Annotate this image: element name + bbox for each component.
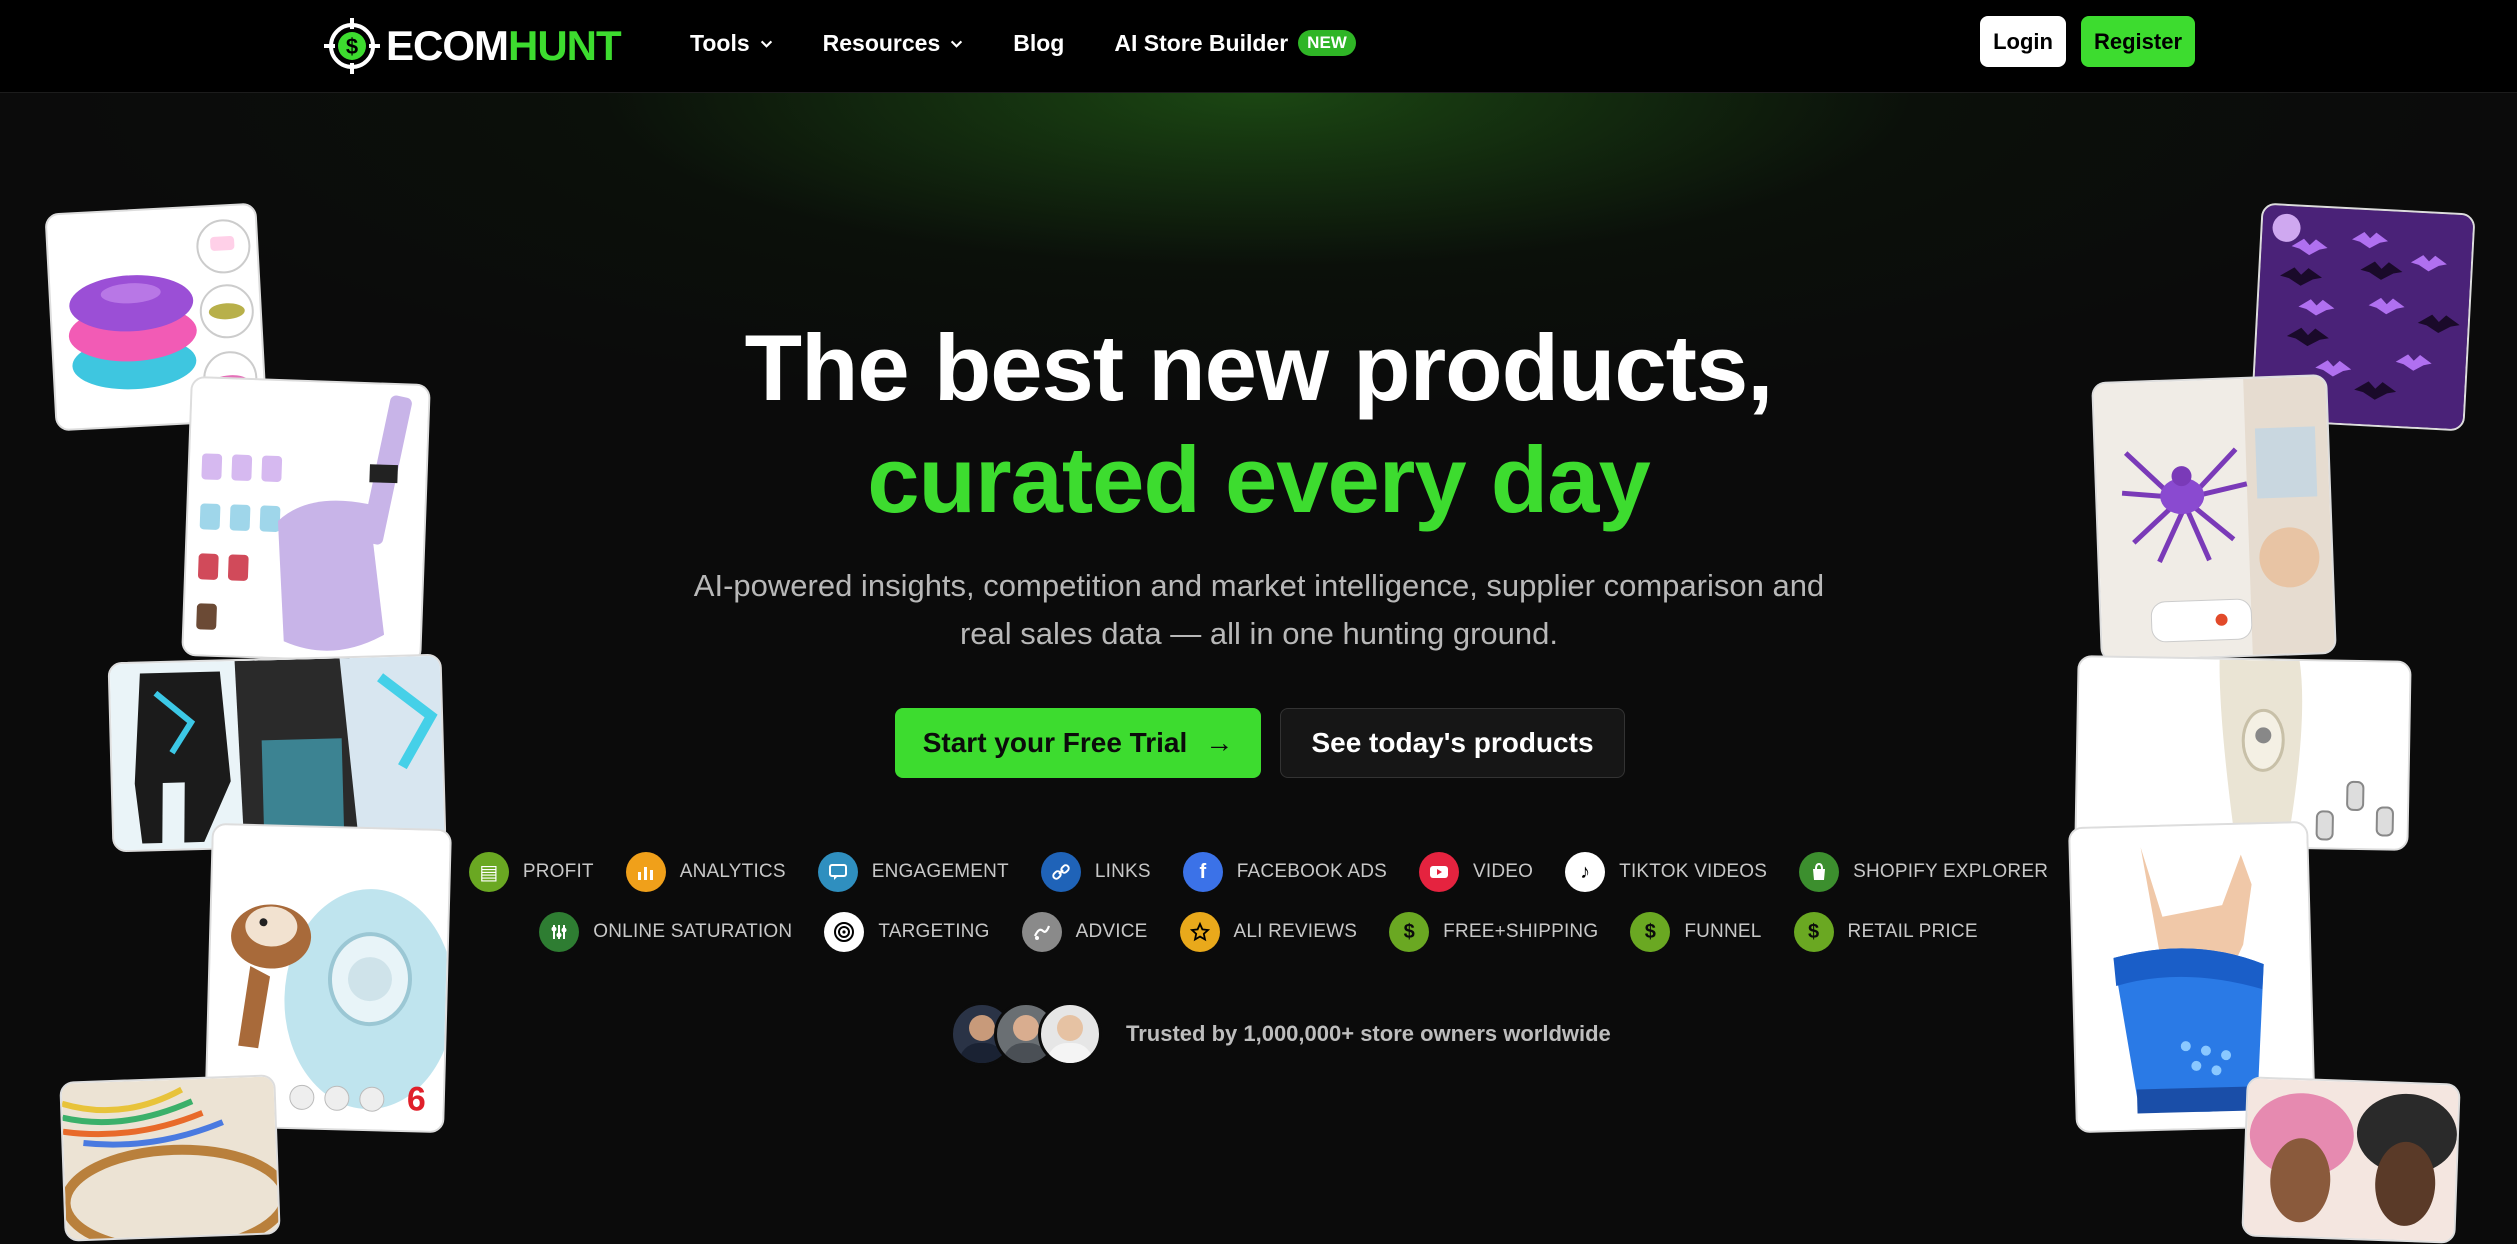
feature-shopify-explorer[interactable]: SHOPIFY EXPLORER	[1799, 852, 2048, 892]
feature-profit[interactable]: ▤ PROFIT	[468, 852, 594, 892]
saturation-icon	[539, 912, 580, 952]
product-card-pet-brush[interactable]	[2074, 655, 2412, 851]
feature-advice[interactable]: ADVICE	[1021, 912, 1148, 952]
nav-resources-label: Resources	[822, 29, 941, 56]
dollar-icon: $	[1793, 912, 1834, 952]
feature-label: ANALYTICS	[679, 861, 786, 882]
engagement-icon	[817, 852, 858, 892]
feature-label: VIDEO	[1473, 861, 1534, 882]
chevron-down-icon	[951, 40, 963, 48]
star-icon	[1179, 912, 1220, 952]
feature-label: RETAIL PRICE	[1847, 921, 1978, 942]
hero-subtext: AI-powered insights, competition and mar…	[693, 568, 1825, 651]
crosshair-dollar-icon: $	[322, 16, 382, 76]
svg-text:$: $	[346, 34, 358, 59]
trust-text: Trusted by 1,000,000+ store owners world…	[1126, 1021, 1611, 1046]
feature-ali-reviews[interactable]: ALI REVIEWS	[1179, 912, 1358, 952]
avatar	[1038, 1002, 1102, 1066]
login-button[interactable]: Login	[1980, 16, 2066, 67]
nav-links: Tools Resources Blog AI Store Builder NE…	[690, 0, 1406, 86]
product-card-embroidery-kit[interactable]	[59, 1074, 281, 1242]
nav-ai-store-builder[interactable]: AI Store Builder NEW	[1114, 29, 1356, 57]
dollar-icon: $	[1630, 912, 1671, 952]
arrow-right-icon: →	[1205, 727, 1234, 758]
product-card-spider-toy[interactable]	[2091, 373, 2337, 663]
analytics-icon	[625, 852, 666, 892]
advice-icon	[1021, 912, 1062, 952]
product-card-compression-wear[interactable]	[107, 653, 447, 853]
profit-icon: ▤	[468, 852, 509, 892]
feature-video[interactable]: VIDEO	[1419, 852, 1533, 892]
feature-label: SHOPIFY EXPLORER	[1853, 861, 2049, 882]
feature-label: ALI REVIEWS	[1233, 921, 1358, 942]
feature-online-saturation[interactable]: ONLINE SATURATION	[539, 912, 792, 952]
tiktok-icon: ♪	[1565, 852, 1606, 892]
nav-tools[interactable]: Tools	[690, 30, 773, 57]
svg-text:6: 6	[406, 1080, 426, 1118]
feature-label: FREE+SHIPPING	[1443, 921, 1599, 942]
feature-label: FUNNEL	[1684, 921, 1762, 942]
start-free-trial-label: Start your Free Trial	[922, 727, 1188, 758]
youtube-icon	[1419, 852, 1460, 892]
shopify-icon	[1799, 852, 1840, 892]
ecomhunt-logo[interactable]: $ ECOMHUNT	[322, 12, 622, 80]
trust-section: Trusted by 1,000,000+ store owners world…	[950, 1002, 1611, 1066]
feature-analytics[interactable]: ANALYTICS	[625, 852, 786, 892]
feature-label: ENGAGEMENT	[871, 861, 1009, 882]
top-navbar: $ ECOMHUNT Tools Resources Blog AI Store…	[0, 0, 2517, 93]
register-button[interactable]: Register	[2081, 16, 2195, 67]
dollar-icon: $	[1389, 912, 1430, 952]
link-icon	[1040, 852, 1081, 892]
feature-label: ADVICE	[1075, 921, 1148, 942]
feature-label: TIKTOK VIDEOS	[1619, 861, 1768, 882]
logo-part-hunt: HUNT	[508, 22, 622, 69]
target-icon	[824, 912, 865, 952]
nav-blog[interactable]: Blog	[1013, 30, 1064, 57]
new-badge: NEW	[1298, 30, 1356, 56]
product-card-sling-bag[interactable]	[181, 375, 431, 665]
feature-label: PROFIT	[522, 861, 594, 882]
feature-label: ONLINE SATURATION	[593, 921, 793, 942]
feature-label: LINKS	[1094, 861, 1151, 882]
start-free-trial-button[interactable]: Start your Free Trial →	[895, 708, 1261, 778]
feature-funnel[interactable]: $ FUNNEL	[1630, 912, 1761, 952]
feature-links[interactable]: LINKS	[1040, 852, 1151, 892]
logo-part-ecom: ECOM	[386, 22, 509, 69]
nav-resources[interactable]: Resources	[823, 30, 964, 57]
feature-tiktok-videos[interactable]: ♪ TIKTOK VIDEOS	[1565, 852, 1767, 892]
feature-retail-price[interactable]: $ RETAIL PRICE	[1793, 912, 1978, 952]
product-card-satin-bonnet[interactable]	[2241, 1076, 2461, 1244]
feature-label: FACEBOOK ADS	[1236, 861, 1388, 882]
feature-engagement[interactable]: ENGAGEMENT	[817, 852, 1009, 892]
logo-wordmark: ECOMHUNT	[386, 22, 622, 70]
facebook-icon: f	[1182, 852, 1223, 892]
chevron-down-icon	[760, 40, 772, 48]
feature-facebook-ads[interactable]: f FACEBOOK ADS	[1182, 852, 1388, 892]
nav-ai-store-builder-label: AI Store Builder	[1114, 29, 1289, 56]
feature-targeting[interactable]: TARGETING	[824, 912, 989, 952]
nav-tools-label: Tools	[690, 29, 750, 56]
feature-label: TARGETING	[878, 921, 990, 942]
see-todays-products-button[interactable]: See today's products	[1280, 708, 1625, 778]
feature-free-shipping[interactable]: $ FREE+SHIPPING	[1389, 912, 1598, 952]
nav-blog-label: Blog	[1013, 29, 1065, 56]
